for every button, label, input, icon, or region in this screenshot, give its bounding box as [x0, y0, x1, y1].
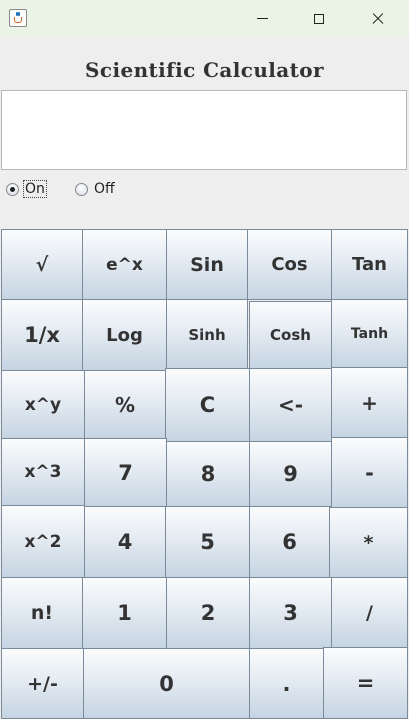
digit-7-button[interactable]: 7: [84, 438, 167, 507]
cube-button[interactable]: x^3: [1, 438, 85, 506]
digit-6-button[interactable]: 6: [249, 506, 330, 578]
on-radio[interactable]: On: [6, 180, 47, 198]
minimize-button[interactable]: [239, 0, 285, 37]
divide-button[interactable]: /: [331, 577, 408, 648]
digit-4-button[interactable]: 4: [84, 506, 166, 578]
digit-0-button[interactable]: 0: [83, 648, 250, 719]
minimize-icon: [256, 18, 268, 19]
radio-selected-icon: [6, 182, 19, 196]
tan-button[interactable]: Tan: [331, 229, 408, 300]
sin-button[interactable]: Sin: [166, 229, 248, 300]
java-app-icon[interactable]: [9, 9, 27, 27]
close-button[interactable]: [355, 0, 401, 37]
clear-button[interactable]: C: [165, 368, 250, 442]
square-button[interactable]: x^2: [1, 505, 85, 578]
sinh-button[interactable]: Sinh: [166, 299, 248, 371]
digit-8-button[interactable]: 8: [166, 441, 250, 507]
backspace-button[interactable]: <-: [249, 368, 332, 442]
cos-button[interactable]: Cos: [247, 229, 332, 300]
log-button[interactable]: Log: [82, 299, 167, 371]
factorial-button[interactable]: n!: [1, 577, 83, 649]
off-radio[interactable]: Off: [75, 181, 116, 197]
sqrt-button[interactable]: √: [1, 229, 83, 300]
multiply-button[interactable]: *: [329, 507, 408, 578]
calculator-heading: Scientific Calculator: [85, 58, 324, 82]
decimal-button[interactable]: .: [249, 648, 324, 719]
equals-button[interactable]: =: [323, 647, 408, 719]
digit-3-button[interactable]: 3: [249, 577, 332, 649]
radio-unselected-icon: [75, 182, 88, 196]
subtract-button[interactable]: -: [331, 437, 408, 508]
digit-5-button[interactable]: 5: [165, 506, 250, 578]
reciprocal-button[interactable]: 1/x: [1, 299, 83, 371]
on-radio-label: On: [23, 180, 47, 198]
close-icon: [371, 12, 385, 26]
power-button[interactable]: x^y: [1, 370, 85, 439]
digit-9-button[interactable]: 9: [249, 441, 332, 507]
maximize-icon: [314, 13, 324, 24]
title-bar: [0, 0, 409, 37]
percent-button[interactable]: %: [84, 370, 166, 439]
digit-2-button[interactable]: 2: [166, 577, 250, 649]
tanh-button[interactable]: Tanh: [331, 299, 408, 368]
negate-button[interactable]: +/-: [1, 648, 84, 719]
result-display[interactable]: [1, 90, 407, 170]
cosh-button[interactable]: Cosh: [249, 301, 332, 369]
off-radio-label: Off: [94, 181, 115, 197]
maximize-button[interactable]: [296, 0, 342, 37]
add-button[interactable]: +: [331, 367, 408, 438]
exp-button[interactable]: e^x: [82, 229, 167, 300]
digit-1-button[interactable]: 1: [82, 577, 167, 649]
